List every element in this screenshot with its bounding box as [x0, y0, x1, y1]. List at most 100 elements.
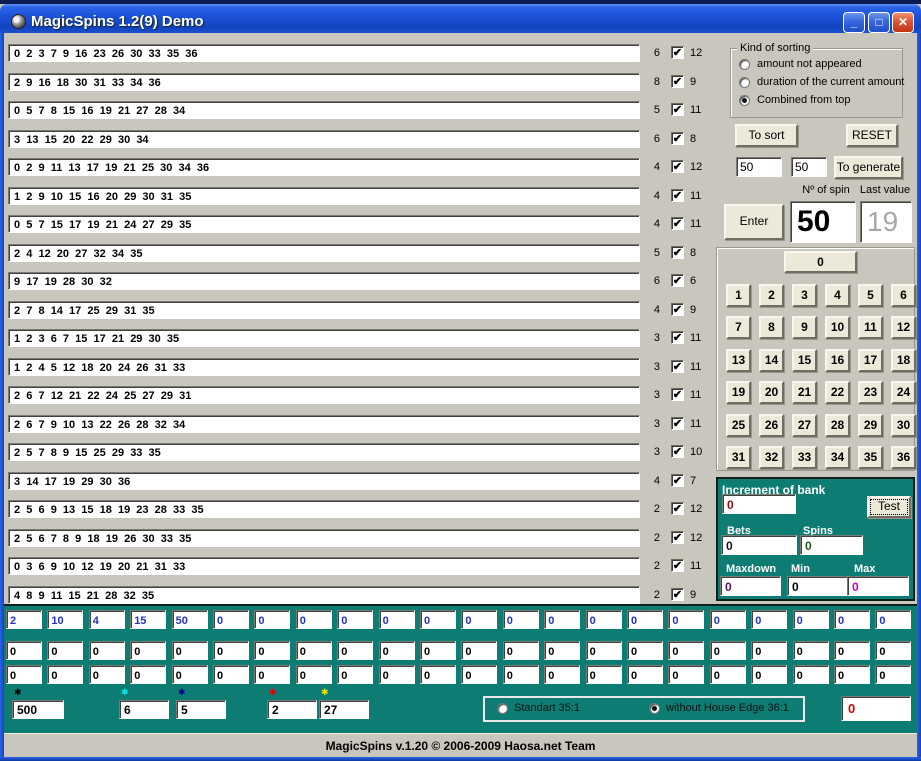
- row-checkbox[interactable]: ✔: [671, 160, 684, 173]
- grid-cell-r3c14[interactable]: [544, 665, 580, 684]
- increment-input[interactable]: [722, 494, 796, 514]
- row-checkbox[interactable]: ✔: [671, 331, 684, 344]
- grid-cell-r3c7[interactable]: [254, 665, 290, 684]
- bet-input-3[interactable]: [176, 700, 226, 719]
- grid-cell-r1c2[interactable]: [47, 610, 83, 629]
- grid-cell-r3c21[interactable]: [834, 665, 870, 684]
- grid-cell-r2c17[interactable]: [668, 641, 704, 660]
- grid-cell-r2c4[interactable]: [130, 641, 166, 660]
- grid-cell-r3c19[interactable]: [751, 665, 787, 684]
- sequence-input-6[interactable]: [8, 187, 640, 205]
- row-checkbox[interactable]: ✔: [671, 103, 684, 116]
- grid-cell-r2c18[interactable]: [710, 641, 746, 660]
- numpad-button-11[interactable]: 11: [858, 316, 883, 339]
- sequence-input-13[interactable]: [8, 386, 640, 404]
- numpad-button-13[interactable]: 13: [726, 349, 751, 372]
- grid-cell-r2c1[interactable]: [6, 641, 42, 660]
- numpad-button-23[interactable]: 23: [858, 381, 883, 404]
- grid-cell-r1c9[interactable]: [337, 610, 373, 629]
- maximize-button[interactable]: □: [868, 12, 890, 33]
- numpad-button-4[interactable]: 4: [825, 284, 850, 307]
- numpad-button-33[interactable]: 33: [792, 446, 817, 469]
- sequence-input-11[interactable]: [8, 329, 640, 347]
- grid-cell-r1c4[interactable]: [130, 610, 166, 629]
- grid-cell-r3c17[interactable]: [668, 665, 704, 684]
- numpad-button-6[interactable]: 6: [891, 284, 916, 307]
- row-checkbox[interactable]: ✔: [671, 388, 684, 401]
- grid-cell-r2c20[interactable]: [793, 641, 829, 660]
- row-checkbox[interactable]: ✔: [671, 303, 684, 316]
- bet-input-4[interactable]: [267, 700, 317, 719]
- numpad-button-5[interactable]: 5: [858, 284, 883, 307]
- row-checkbox[interactable]: ✔: [671, 46, 684, 59]
- grid-cell-r2c8[interactable]: [296, 641, 332, 660]
- sequence-input-4[interactable]: [8, 130, 640, 148]
- bets-input[interactable]: [721, 535, 797, 555]
- numpad-button-1[interactable]: 1: [726, 284, 751, 307]
- grid-cell-r2c19[interactable]: [751, 641, 787, 660]
- grid-cell-r3c9[interactable]: [337, 665, 373, 684]
- row-checkbox[interactable]: ✔: [671, 75, 684, 88]
- minimize-button[interactable]: _: [843, 12, 865, 33]
- sequence-input-17[interactable]: [8, 500, 640, 518]
- grid-cell-r3c15[interactable]: [586, 665, 622, 684]
- grid-cell-r1c6[interactable]: [213, 610, 249, 629]
- grid-cell-r1c21[interactable]: [834, 610, 870, 629]
- numpad-button-12[interactable]: 12: [891, 316, 916, 339]
- grid-cell-r1c1[interactable]: [6, 610, 42, 629]
- row-checkbox[interactable]: ✔: [671, 189, 684, 202]
- row-checkbox[interactable]: ✔: [671, 559, 684, 572]
- sequence-input-9[interactable]: [8, 272, 640, 290]
- grid-cell-r2c12[interactable]: [461, 641, 497, 660]
- row-checkbox[interactable]: ✔: [671, 502, 684, 515]
- sorting-radio-2[interactable]: [739, 77, 750, 88]
- grid-cell-r3c10[interactable]: [379, 665, 415, 684]
- generate-range-input[interactable]: [791, 157, 827, 177]
- bet-input-1[interactable]: [12, 700, 64, 719]
- grid-cell-r1c12[interactable]: [461, 610, 497, 629]
- row-checkbox[interactable]: ✔: [671, 588, 684, 601]
- grid-cell-r2c2[interactable]: [47, 641, 83, 660]
- sequence-input-12[interactable]: [8, 358, 640, 376]
- grid-cell-r3c8[interactable]: [296, 665, 332, 684]
- grid-cell-r2c6[interactable]: [213, 641, 249, 660]
- numpad-button-16[interactable]: 16: [825, 349, 850, 372]
- sequence-input-18[interactable]: [8, 529, 640, 547]
- sequence-input-5[interactable]: [8, 158, 640, 176]
- grid-cell-r2c5[interactable]: [172, 641, 208, 660]
- numpad-button-24[interactable]: 24: [891, 381, 916, 404]
- payout-radio-1[interactable]: [497, 703, 508, 714]
- row-checkbox[interactable]: ✔: [671, 417, 684, 430]
- grid-cell-r3c11[interactable]: [420, 665, 456, 684]
- grid-cell-r2c13[interactable]: [503, 641, 539, 660]
- bet-input-2[interactable]: [119, 700, 169, 719]
- grid-cell-r3c4[interactable]: [130, 665, 166, 684]
- grid-cell-r3c22[interactable]: [875, 665, 911, 684]
- numpad-button-34[interactable]: 34: [825, 446, 850, 469]
- grid-cell-r1c18[interactable]: [710, 610, 746, 629]
- to-generate-button[interactable]: To generate: [834, 156, 903, 179]
- grid-cell-r2c7[interactable]: [254, 641, 290, 660]
- grid-cell-r1c17[interactable]: [668, 610, 704, 629]
- sequence-input-14[interactable]: [8, 415, 640, 433]
- numpad-button-21[interactable]: 21: [792, 381, 817, 404]
- reset-button[interactable]: RESET: [846, 124, 898, 147]
- bet-input-5[interactable]: [319, 700, 369, 719]
- sequence-input-7[interactable]: [8, 215, 640, 233]
- numpad-button-10[interactable]: 10: [825, 316, 850, 339]
- numpad-button-35[interactable]: 35: [858, 446, 883, 469]
- grid-cell-r3c1[interactable]: [6, 665, 42, 684]
- grid-cell-r2c11[interactable]: [420, 641, 456, 660]
- grid-cell-r1c14[interactable]: [544, 610, 580, 629]
- maxdown-input[interactable]: [720, 576, 781, 596]
- numpad-button-14[interactable]: 14: [759, 349, 784, 372]
- sorting-radio-1[interactable]: [739, 59, 750, 70]
- numpad-button-29[interactable]: 29: [858, 414, 883, 437]
- grid-cell-r2c16[interactable]: [627, 641, 663, 660]
- generate-count-input[interactable]: [736, 157, 782, 177]
- numpad-button-36[interactable]: 36: [891, 446, 916, 469]
- sequence-input-2[interactable]: [8, 73, 640, 91]
- test-button[interactable]: Test: [867, 496, 911, 518]
- grid-cell-r1c13[interactable]: [503, 610, 539, 629]
- sequence-input-1[interactable]: [8, 44, 640, 62]
